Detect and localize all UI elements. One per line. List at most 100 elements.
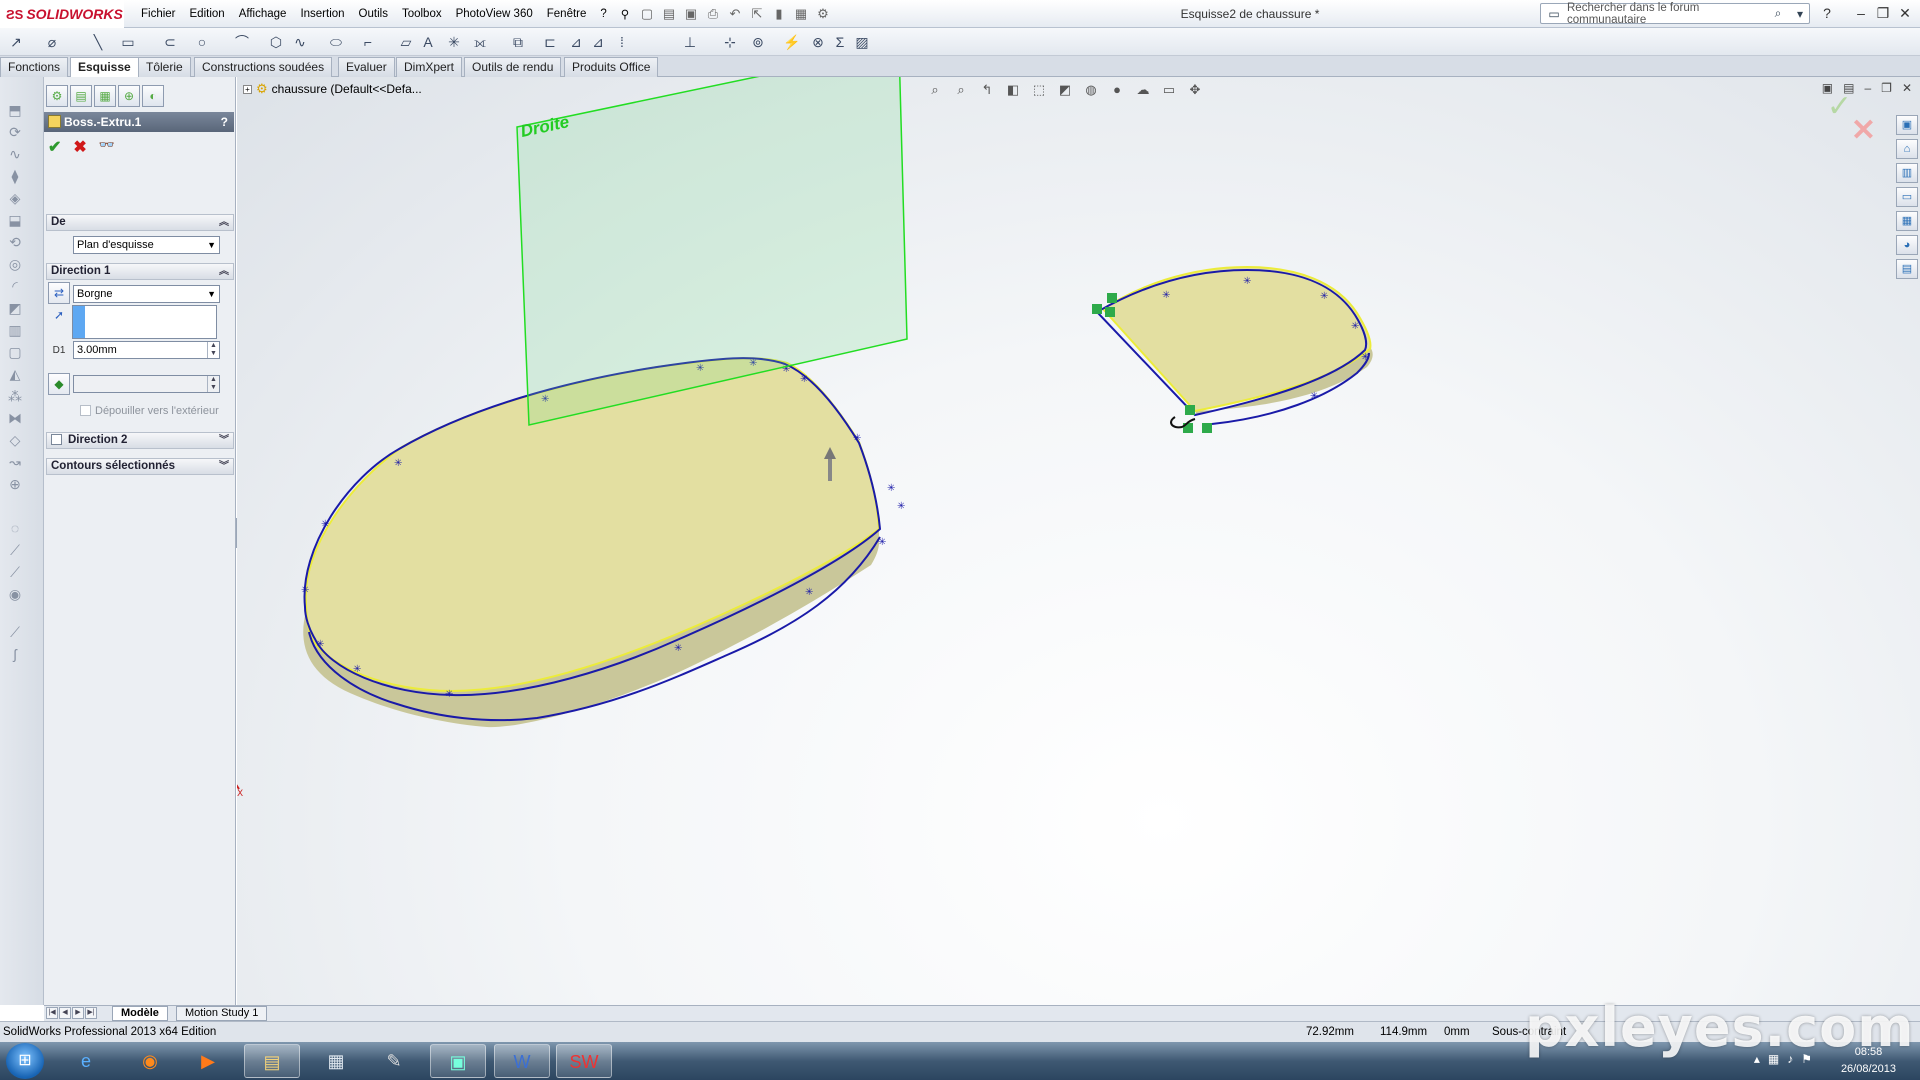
direction2-checkbox[interactable] (51, 434, 62, 445)
close-icon[interactable]: ✖ (73, 137, 86, 157)
word-icon[interactable]: W (494, 1044, 550, 1078)
display-relations-icon[interactable]: ⊥ (680, 32, 700, 52)
solidworks-logo[interactable]: ƧS SOLIDWORKS (0, 0, 124, 28)
rapid-sketch-icon[interactable]: ⚡ (782, 32, 802, 52)
view-settings-icon[interactable]: ▭ (1159, 81, 1179, 99)
restore-button[interactable]: ❐ (1874, 4, 1892, 22)
depth-input[interactable]: 3.00mm ▲ ▼ (73, 341, 220, 359)
firefox-icon[interactable]: ◉ (122, 1044, 178, 1078)
offset-icon[interactable]: ⊏ (540, 32, 560, 52)
help-icon[interactable]: ? (221, 112, 228, 132)
first-tab-icon[interactable]: |◀ (46, 1007, 58, 1019)
extrusion-small[interactable]: ✳ ✳ ✳ ✳ ✳ ✳ (1092, 265, 1373, 433)
appearance-icon[interactable]: ● (1107, 81, 1127, 99)
section-direction2[interactable]: Direction 2 ︾ (46, 432, 234, 449)
smart-dimension-icon[interactable]: ↗ (6, 32, 26, 52)
minimize-button[interactable]: – (1852, 4, 1870, 22)
tab-constructions-soudees[interactable]: Constructions soudées (194, 57, 333, 77)
viewport-close-icon[interactable]: ✕ (1902, 81, 1912, 95)
tab-fonctions[interactable]: Fonctions (0, 57, 69, 77)
zoom-to-fit-icon[interactable]: ⌕ (925, 81, 945, 99)
tab-outils-de-rendu[interactable]: Outils de rendu (464, 57, 562, 77)
next-tab-icon[interactable]: ▶ (72, 1007, 84, 1019)
spin-arrows-icon[interactable]: ▲ ▼ (207, 342, 219, 358)
media-player-icon[interactable]: ▶ (180, 1044, 236, 1078)
save-icon[interactable]: ▣ (682, 5, 700, 23)
menu-affichage[interactable]: Affichage (232, 8, 294, 20)
pattern-icon[interactable]: ⁂ (6, 387, 24, 405)
expand-icon[interactable]: ︾ (219, 459, 229, 474)
image-icon[interactable]: ▨ (852, 32, 872, 52)
collapse-icon[interactable]: ︽ (219, 264, 229, 279)
start-condition-select[interactable]: Plan d'esquisse ▼ (73, 236, 220, 254)
chamfer-icon[interactable]: ◩ (6, 299, 24, 317)
display-style-icon[interactable]: ◩ (1055, 81, 1075, 99)
menu-fenetre[interactable]: Fenêtre (540, 8, 594, 20)
start-button[interactable]: ⊞ (6, 1043, 44, 1079)
instant2d-icon[interactable]: ⊗ (808, 32, 828, 52)
community-search[interactable]: ▭ Rechercher dans le forum communautaire… (1540, 2, 1810, 26)
tab-evaluer[interactable]: Evaluer (338, 57, 395, 77)
reverse-direction-icon[interactable]: ⇄ (48, 282, 70, 304)
sum-icon[interactable]: Σ (830, 32, 850, 52)
ellipse-icon[interactable]: ⬭ (326, 32, 346, 52)
app-icon[interactable]: ▣ (430, 1044, 486, 1078)
dimxpert-manager-tab[interactable]: ⊕ (118, 85, 140, 107)
menu-insertion[interactable]: Insertion (293, 8, 351, 20)
expand-icon[interactable]: ︾ (219, 433, 229, 448)
point-icon[interactable]: ✳ (444, 32, 464, 52)
shell-icon[interactable]: ▢ (6, 343, 24, 361)
search-icon[interactable]: ⌕ (1769, 6, 1787, 21)
plane-droite[interactable]: Droite (516, 77, 908, 426)
tab-produits-office[interactable]: Produits Office (564, 57, 659, 77)
instant3d-icon[interactable]: ⊕ (6, 475, 24, 493)
circle-icon[interactable]: ○ (192, 32, 212, 52)
boundary-icon[interactable]: ◈ (6, 189, 24, 207)
extrusion-large[interactable]: ✳ ✳ ✳ ✳ ✳ ✳ ✳ ✳ ✳ ✳ ✳ ✳ ✳ ✳ ✳ ✳ ✳ (301, 357, 905, 728)
direction-selection-box[interactable] (72, 305, 217, 339)
view-palette-icon[interactable]: ▦ (1896, 211, 1918, 231)
scene-icon[interactable]: ☁ (1133, 81, 1153, 99)
menu-edition[interactable]: Edition (183, 8, 232, 20)
custom-properties-icon[interactable]: ▤ (1896, 259, 1918, 279)
feature-manager-tab[interactable]: ⚙ (46, 85, 68, 107)
previous-view-icon[interactable]: ↰ (977, 81, 997, 99)
curves-icon[interactable]: ↝ (6, 453, 24, 471)
draft-icon[interactable]: ◆ (48, 373, 70, 395)
prev-tab-icon[interactable]: ◀ (59, 1007, 71, 1019)
file-properties-icon[interactable]: ▦ (792, 5, 810, 23)
sketch-icon[interactable]: ⌀ (42, 32, 62, 52)
menu-photoview[interactable]: PhotoView 360 (449, 8, 540, 20)
expand-icon[interactable]: + (243, 84, 252, 94)
chevron-down-icon[interactable]: ▾ (1791, 7, 1809, 21)
tab-tolerie[interactable]: Tôlerie (138, 57, 191, 77)
feature-tree-flyout[interactable]: + ⚙ chaussure (Default<<Defa... (243, 81, 422, 97)
display-manager-tab[interactable]: ◐ (142, 85, 164, 107)
explorer-icon[interactable]: ▤ (244, 1044, 300, 1078)
close-button[interactable]: ✕ (1896, 4, 1914, 22)
trim-icon[interactable]: ⟗ (470, 32, 490, 52)
ie-icon[interactable]: e (58, 1044, 114, 1078)
tab-dimxpert[interactable]: DimXpert (396, 57, 463, 77)
hole-wizard-icon[interactable]: ◎ (6, 255, 24, 273)
section-selected-contours[interactable]: Contours sélectionnés ︾ (46, 458, 234, 475)
sketch-tools-icon[interactable]: ⟋ (6, 623, 24, 641)
hide-show-items-icon[interactable]: ◍ (1081, 81, 1101, 99)
sweep-icon[interactable]: ∿ (6, 145, 24, 163)
revolve-icon[interactable]: ⟳ (6, 123, 24, 141)
resources-icon[interactable]: ▣ (1896, 115, 1918, 135)
line-icon[interactable]: ╲ (88, 32, 108, 52)
section-de[interactable]: De ︽ (46, 214, 234, 231)
helix-icon[interactable]: ◉ (6, 585, 24, 603)
loft-icon[interactable]: ⧫ (6, 167, 24, 185)
view-orientation-icon[interactable]: ⬚ (1029, 81, 1049, 99)
zoom-area-icon[interactable]: ⌕ (951, 81, 971, 99)
rectangle-icon[interactable]: ▭ (118, 32, 138, 52)
text-icon[interactable]: A (418, 32, 438, 52)
section-direction1[interactable]: Direction 1 ︽ (46, 263, 234, 280)
fillet-icon[interactable]: ⌐ (358, 32, 378, 52)
reference-geometry-icon[interactable]: ◇ (6, 431, 24, 449)
draft-icon[interactable]: ◭ (6, 365, 24, 383)
design-library-icon[interactable]: ▥ (1896, 163, 1918, 183)
linear-pattern-icon[interactable]: ⁞ (612, 32, 632, 52)
